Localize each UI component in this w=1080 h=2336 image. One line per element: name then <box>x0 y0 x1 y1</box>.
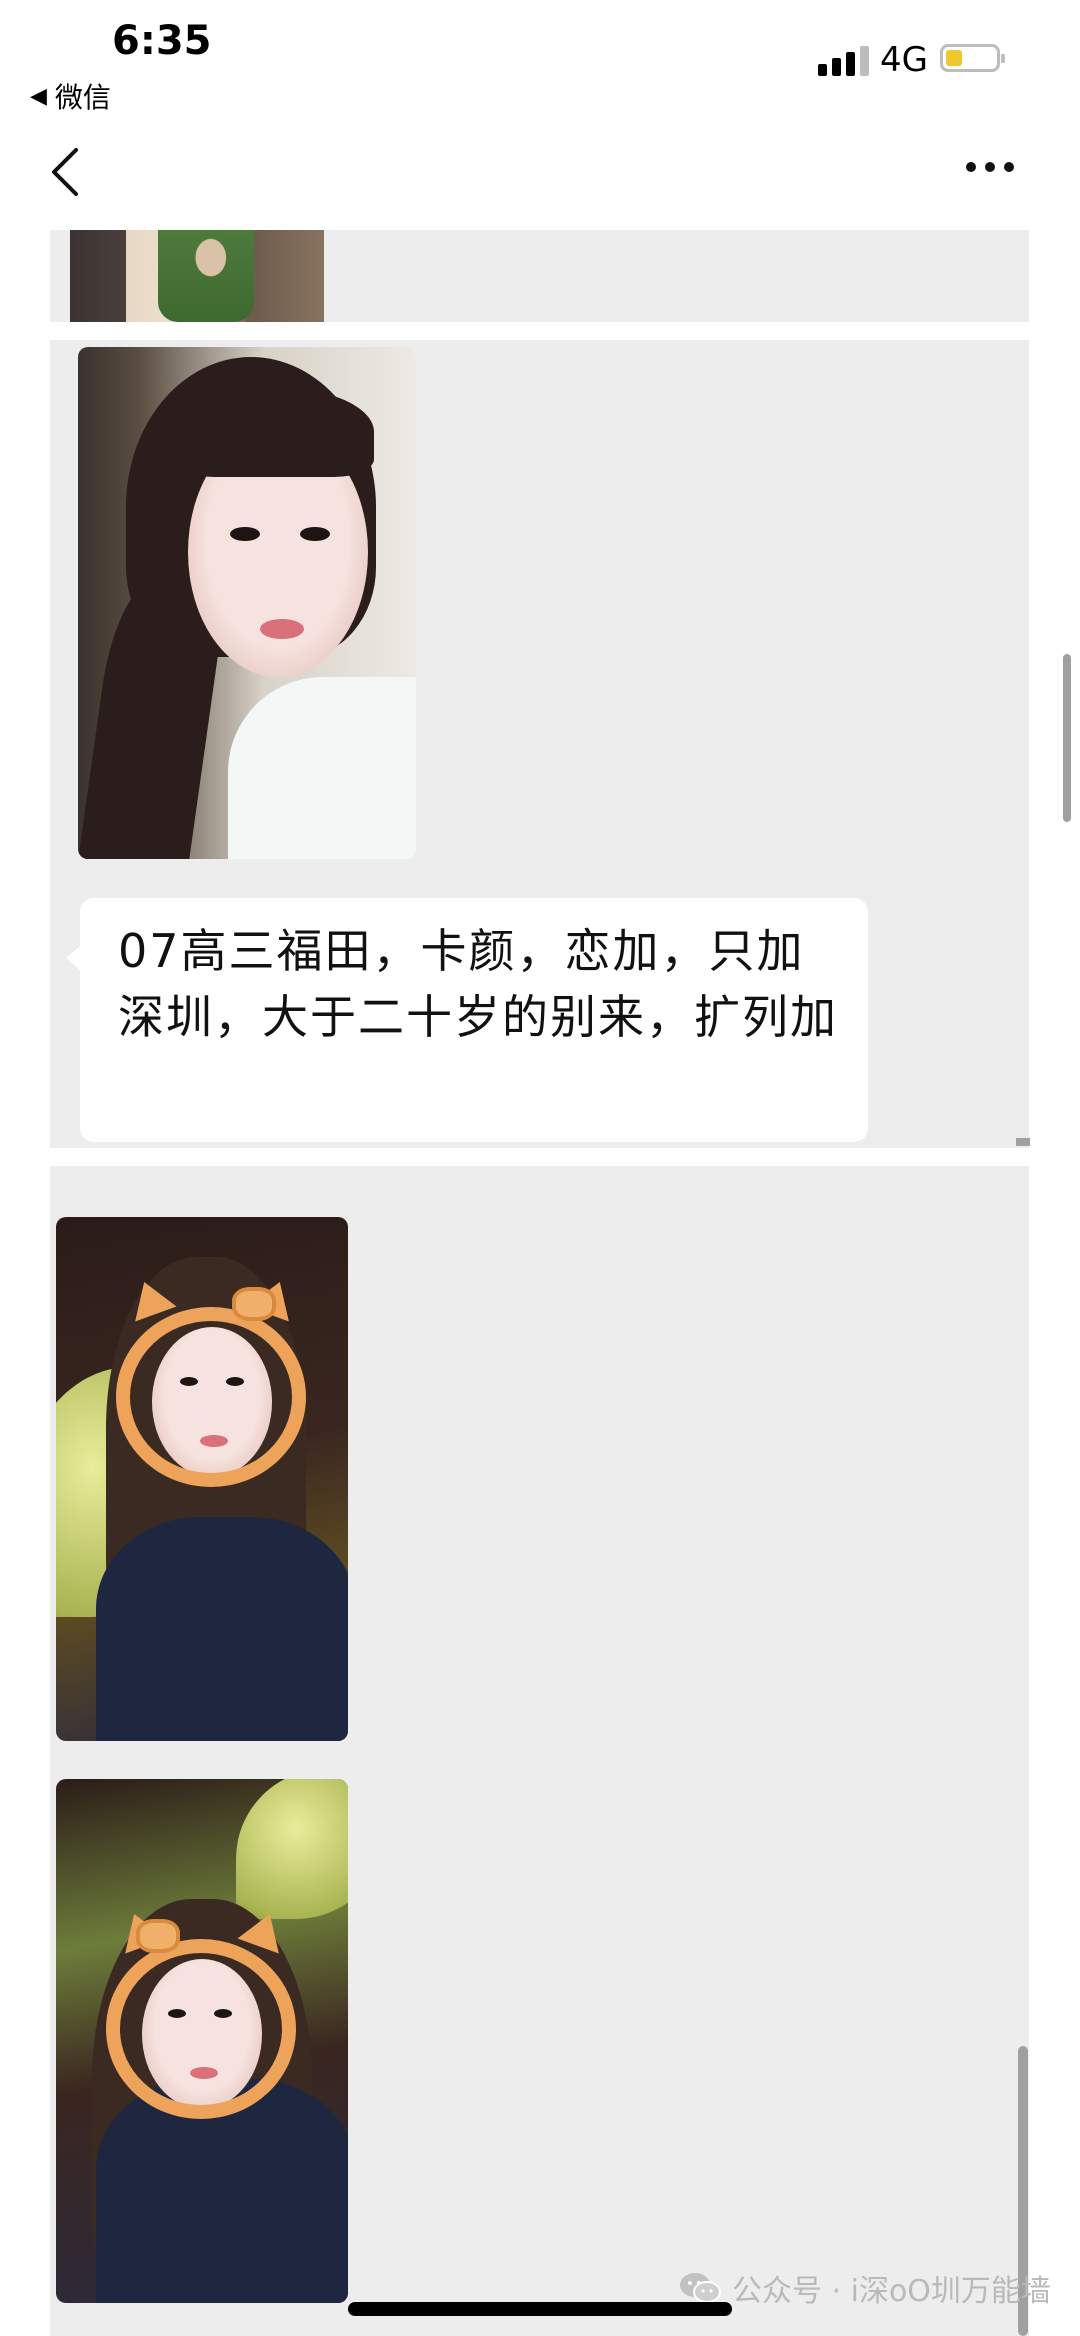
selfie-photo[interactable] <box>56 1217 348 1741</box>
chevron-left-icon[interactable] <box>48 146 82 198</box>
watermark-text: 公众号 · i深oO圳万能墙 <box>732 2274 1051 2309</box>
signal-strength-icon <box>818 46 869 76</box>
back-to-app-link[interactable]: ◀ 微信 <box>30 76 111 116</box>
back-triangle-icon: ◀ <box>30 83 47 109</box>
cropped-photo[interactable] <box>70 230 324 322</box>
scrollbar-thumb[interactable] <box>1063 654 1071 822</box>
back-app-label: 微信 <box>54 81 111 114</box>
battery-icon <box>940 44 1005 72</box>
home-indicator[interactable] <box>348 2302 732 2316</box>
scrollbar-thumb[interactable] <box>1016 1138 1030 1146</box>
chat-message-text: 07高三福田，卡颜，恋加，只加深圳，大于二十岁的别来，扩列加 <box>118 924 838 1044</box>
selfie-photo[interactable] <box>56 1779 348 2303</box>
watermark: 公众号 · i深oO圳万能墙 <box>678 2266 1051 2310</box>
selfie-photo[interactable] <box>78 347 416 859</box>
wechat-icon <box>680 2273 721 2303</box>
status-time: 6:35 <box>112 18 212 64</box>
chat-bubble[interactable]: 07高三福田，卡颜，恋加，只加深圳，大于二十岁的别来，扩列加 <box>66 898 868 1142</box>
more-dots-icon[interactable] <box>964 160 1016 174</box>
network-type: 4G <box>880 40 928 80</box>
